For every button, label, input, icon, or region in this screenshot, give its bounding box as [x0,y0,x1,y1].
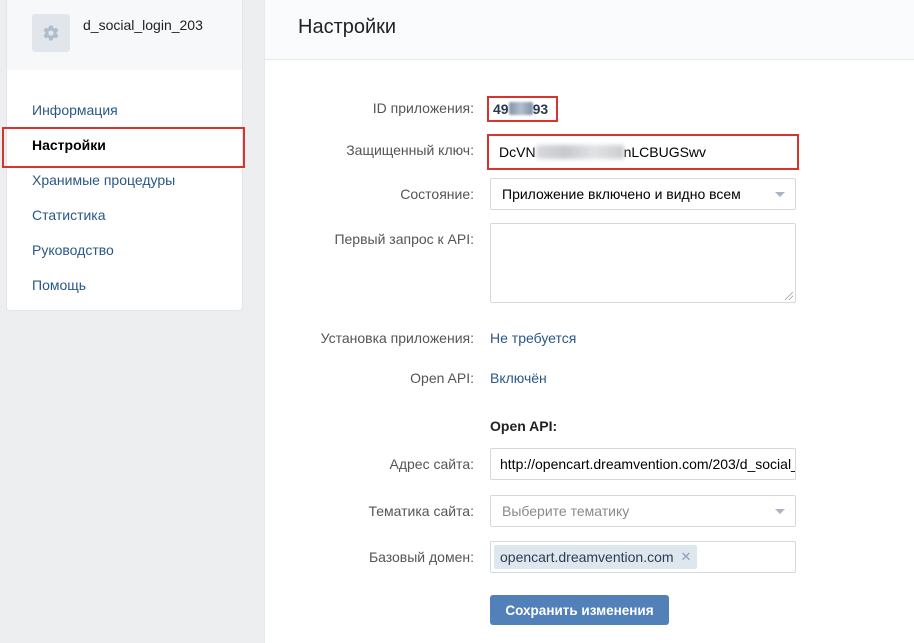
page-title: Настройки [298,16,397,38]
sidebar-item-info[interactable]: Информация [7,93,242,128]
sidebar-menu: Информация Настройки Хранимые процедуры … [2,70,245,311]
site-theme-placeholder: Выберите тематику [502,503,630,519]
state-select[interactable]: Приложение включено и видно всем [490,178,796,210]
sidebar: d_social_login_203 Информация Настройки … [2,0,245,311]
site-theme-select[interactable]: Выберите тематику [490,495,796,527]
sidebar-item-help[interactable]: Помощь [7,268,242,303]
sidebar-item-guide[interactable]: Руководство [7,233,242,268]
save-button[interactable]: Сохранить изменения [490,595,669,625]
app-card: d_social_login_203 [6,0,243,70]
site-address-input[interactable]: http://opencart.dreamvention.com/203/d_s… [490,448,796,480]
page: d_social_login_203 Информация Настройки … [0,0,914,643]
first-request-textarea[interactable] [490,223,796,303]
settings-panel: Настройки ID приложения: 49 93 Защищенный… [264,0,914,643]
open-api-status-link[interactable]: Включён [490,370,547,386]
base-domain-label: Базовый домен: [368,549,474,565]
page-header: Настройки [265,0,914,60]
install-value-link[interactable]: Не требуется [490,330,576,346]
sidebar-item-stored-procedures[interactable]: Хранимые процедуры [7,163,242,198]
app-id-label: ID приложения: [372,100,474,116]
sidebar-item-settings[interactable]: Настройки [2,127,245,168]
domain-tag-label: opencart.dreamvention.com [500,549,674,565]
chevron-down-icon [775,509,785,514]
app-name: d_social_login_203 [83,17,203,33]
first-request-label: Первый запрос к API: [334,231,474,247]
resize-grip-icon[interactable] [785,292,793,300]
site-theme-label: Тематика сайта: [368,503,474,519]
chevron-down-icon [775,192,785,197]
domain-tag: opencart.dreamvention.com ✕ [494,545,698,569]
install-label: Установка приложения: [320,330,474,346]
base-domain-field[interactable]: opencart.dreamvention.com ✕ [490,541,796,573]
state-label: Состояние: [400,186,474,202]
site-address-label: Адрес сайта: [389,456,474,472]
secure-key-label: Защищенный ключ: [346,142,474,158]
open-api-status-label: Open API: [410,370,474,386]
sidebar-item-statistics[interactable]: Статистика [7,198,242,233]
gear-icon [32,14,70,52]
secure-key-field[interactable]: DcVN nLCBUGSwv [487,134,799,170]
open-api-section-title: Open API: [490,418,558,434]
state-select-value: Приложение включено и видно всем [502,186,741,202]
close-icon[interactable]: ✕ [681,549,692,565]
app-id-value: 49 93 [487,96,558,122]
